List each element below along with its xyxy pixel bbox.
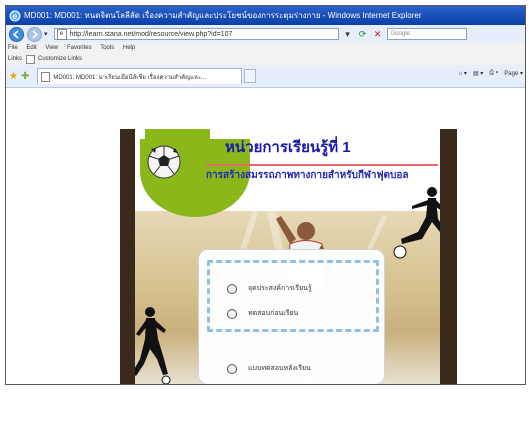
address-bar[interactable]: e http://learn.stana.net/mod/resource/vi…: [53, 28, 339, 40]
menu-item-label: จุดประสงค์การเรียนรู้: [248, 285, 312, 292]
right-frame-bar: [440, 129, 457, 384]
menu-favorites[interactable]: Favorites: [67, 45, 92, 51]
lesson-subheading: การสร้างสมรรถภาพทางกายสำหรับกีฬาฟุตบอล: [206, 170, 409, 181]
menu-tools[interactable]: Tools: [100, 45, 114, 51]
title-bar: e MD001: MD001: หนดจิตนโลลีลัด เรื่องควา…: [6, 6, 525, 25]
menu-item-label: ทดสอบก่อนเรียน: [248, 310, 299, 317]
menu-file[interactable]: File: [8, 45, 18, 51]
command-bar: ⌂ ▾ ▤ ▾ ⎙ ▾ Page ▾: [453, 70, 523, 77]
menu-edit[interactable]: Edit: [26, 45, 36, 51]
address-toolbar: ▾ e http://learn.stana.net/mod/resource/…: [6, 25, 525, 43]
tab-title: MD001: MD001: มาเรียนเมือนีส์เชีย เรื่อง…: [53, 74, 207, 81]
stop-icon[interactable]: ✕: [372, 28, 384, 40]
dashed-highlight: [207, 260, 379, 332]
menu-item-pretest[interactable]: ทดสอบก่อนเรียน: [227, 308, 298, 319]
page-icon: e: [56, 28, 67, 40]
history-dropdown-icon[interactable]: ▾: [44, 30, 48, 38]
left-frame-bar: [120, 129, 135, 384]
lesson-menu-panel: จุดประสงค์การเรียนรู้ ทดสอบก่อนเรียน แบบ…: [198, 249, 385, 384]
soccer-ball-icon: [147, 145, 181, 179]
lesson-heading: หน่วยการเรียนรู้ที่ 1: [225, 139, 351, 156]
favorites-star-icon[interactable]: ★: [9, 71, 18, 82]
search-input[interactable]: Google: [386, 28, 467, 40]
tabs-bar: ★ ✚ MD001: MD001: มาเรียนเมือนีส์เชีย เร…: [6, 65, 525, 88]
address-dropdown-icon[interactable]: ▾: [342, 28, 354, 40]
tab-page-icon: [41, 71, 51, 82]
radio-icon: [227, 283, 237, 294]
menu-bar: File Edit View Favorites Tools Help: [6, 43, 525, 54]
refresh-icon[interactable]: ⟳: [357, 28, 369, 40]
svg-text:e: e: [12, 12, 17, 21]
back-arrow-icon: [12, 29, 19, 39]
customize-links[interactable]: Customize Links: [38, 54, 82, 65]
window-title: MD001: MD001: หนดจิตนโลลีลัด เรื่องความส…: [24, 11, 422, 20]
ie-logo-icon: e: [9, 10, 21, 21]
page-content: หน่วยการเรียนรู้ที่ 1 การสร้างสมรรถภาพทา…: [6, 109, 525, 384]
new-tab-button[interactable]: [244, 69, 257, 83]
add-favorites-icon[interactable]: ✚: [21, 71, 29, 82]
browser-window: e MD001: MD001: หนดจิตนโลลีลัด เรื่องควา…: [5, 5, 526, 385]
link-page-icon: [26, 55, 36, 64]
menu-item-objectives[interactable]: จุดประสงค์การเรียนรู้: [227, 283, 312, 294]
radio-icon: [227, 308, 237, 319]
menu-item-posttest[interactable]: แบบทดสอบหลังเรียน: [227, 363, 311, 374]
page-menu[interactable]: Page ▾: [504, 70, 523, 77]
home-icon[interactable]: ⌂ ▾: [459, 70, 467, 77]
tab-current[interactable]: MD001: MD001: มาเรียนเมือนีส์เชีย เรื่อง…: [37, 68, 243, 84]
menu-item-label: แบบทดสอบหลังเรียน: [248, 365, 311, 372]
dribbler-silhouette: [132, 307, 171, 384]
radio-icon: [227, 363, 237, 374]
forward-button[interactable]: [27, 26, 42, 42]
heading-underline: [206, 164, 438, 166]
links-label: Links: [8, 56, 23, 62]
links-bar: Links Customize Links: [6, 54, 525, 65]
lesson-scene: หน่วยการเรียนรู้ที่ 1 การสร้างสมรรถภาพทา…: [120, 129, 457, 384]
forward-arrow-icon: [32, 29, 39, 39]
menu-view[interactable]: View: [45, 45, 58, 51]
address-url: http://learn.stana.net/mod/resource/view…: [69, 30, 233, 38]
back-button[interactable]: [9, 26, 24, 42]
menu-help[interactable]: Help: [123, 45, 135, 51]
print-icon[interactable]: ⎙ ▾: [489, 70, 498, 77]
feeds-icon[interactable]: ▤ ▾: [473, 70, 483, 77]
